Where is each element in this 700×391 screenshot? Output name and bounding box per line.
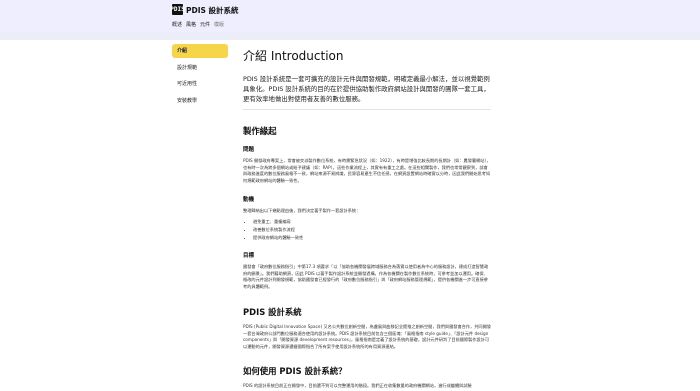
top-nav: 概述 風格 元件 模版	[172, 21, 224, 28]
nav-templates[interactable]: 模版	[214, 21, 224, 28]
top-navbar: PDIS PDIS 設計系統 概述 風格 元件 模版	[0, 0, 700, 32]
nav-overview[interactable]: 概述	[172, 21, 182, 28]
subheading-goal: 目標	[243, 253, 255, 259]
howto-paragraph: PDIS 的設計系統目前正在開發中，目前還不到可以完整運用的階段。我們正在收集數…	[243, 383, 472, 388]
subheading-problem: 問題	[243, 147, 255, 153]
nav-style[interactable]: 風格	[186, 21, 196, 28]
sidebar-item-intro[interactable]: 介紹	[172, 44, 228, 58]
header-band	[0, 32, 700, 40]
nav-components[interactable]: 元件	[200, 21, 210, 28]
sidebar-item-guidelines[interactable]: 設計規範	[172, 61, 228, 75]
brand-title[interactable]: PDIS 設計系統	[186, 5, 239, 16]
pdis-logo[interactable]: PDIS	[170, 4, 185, 15]
section-heading-pdis: PDIS 設計系統	[243, 307, 302, 317]
list-item: 避免重工、重複編寫	[253, 218, 303, 226]
motive-list: 避免重工、重複編寫 改善數位系統製作流程 提供政府網站的體驗一致性	[243, 218, 303, 241]
page-title: 介紹 Introduction	[243, 49, 344, 63]
divider	[243, 109, 491, 110]
goal-paragraph: 國發會「政府數位服務指引」中第17.3 項要求「以「協助各機關發展跨域服務合為落…	[243, 264, 489, 289]
sidebar: 介紹 設計規範 可近用性 安裝教學	[172, 44, 228, 110]
section-heading-howto: 如何使用 PDIS 設計系統？	[243, 366, 347, 376]
sidebar-item-accessibility[interactable]: 可近用性	[172, 77, 228, 91]
motive-paragraph: 整理歸納出以下幾點理由後，我們決定著手製作一套設計系統：	[243, 208, 361, 213]
problem-paragraph: PDIS 開發政府專案上，常會被交派製作數位系統，有時需緊急狀況（如：1922）…	[243, 158, 491, 183]
subheading-motive: 動機	[243, 197, 255, 203]
intro-paragraph: PDIS 設計系統是一套可擴充的設計元件與開發規範，明確定義最小解法，並以視覺範…	[243, 75, 490, 103]
section-heading-origin: 製作緣起	[243, 126, 277, 136]
list-item: 提供政府網站的體驗一致性	[253, 234, 303, 242]
sidebar-item-installation[interactable]: 安裝教學	[172, 94, 228, 108]
pdis-paragraph: PDIS (Public Digital Innovation Space) 又…	[243, 324, 491, 349]
list-item: 改善數位系統製作流程	[253, 226, 303, 234]
